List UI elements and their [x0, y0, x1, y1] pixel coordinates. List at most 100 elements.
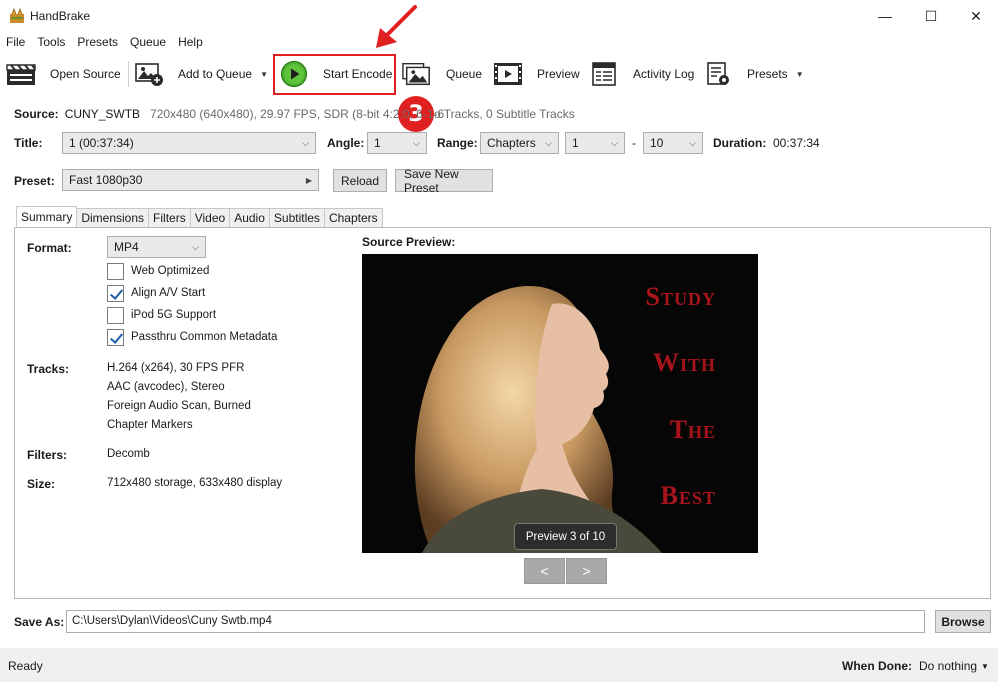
chevron-down-icon: ⌵	[689, 138, 696, 148]
size-label: Size:	[27, 477, 56, 491]
title-label: Title:	[14, 136, 43, 150]
close-button[interactable]: ✕	[953, 0, 998, 32]
chevron-down-icon: ⌵	[302, 138, 309, 148]
track-item: AAC (avcodec), Stereo	[107, 381, 225, 393]
ipod-support-label: iPod 5G Support	[131, 309, 217, 321]
open-source-button[interactable]: Open Source	[6, 55, 121, 93]
reload-button[interactable]: Reload	[333, 169, 387, 192]
format-select-value: MP4	[114, 240, 139, 254]
menu-help[interactable]: Help	[172, 33, 209, 53]
angle-select[interactable]: 1 ⌵	[367, 132, 427, 154]
menu-queue[interactable]: Queue	[124, 33, 172, 53]
browse-button[interactable]: Browse	[935, 610, 991, 633]
tab-chapters[interactable]: Chapters	[323, 208, 383, 227]
tab-bar: Summary Dimensions Filters Video Audio S…	[16, 206, 383, 227]
source-preview-label: Source Preview:	[362, 235, 456, 249]
chevron-down-icon: ⌵	[611, 138, 618, 148]
film-play-icon	[493, 61, 523, 87]
tab-subtitles[interactable]: Subtitles	[268, 208, 325, 227]
passthru-metadata-checkbox[interactable]	[107, 329, 124, 346]
menu-tools[interactable]: Tools	[31, 33, 71, 53]
next-preview-button[interactable]: >	[566, 558, 607, 584]
tracks-label: Tracks:	[27, 362, 70, 376]
menu-presets[interactable]: Presets	[71, 33, 124, 53]
tab-video[interactable]: Video	[189, 208, 231, 227]
preset-label: Preset:	[14, 174, 55, 188]
tab-summary[interactable]: Summary	[16, 206, 78, 227]
save-path-input[interactable]: C:\Users\Dylan\Videos\Cuny Swtb.mp4	[66, 610, 925, 633]
chevron-down-icon: ▼	[981, 661, 989, 671]
preset-select[interactable]: Fast 1080p30 ▶	[62, 169, 319, 191]
align-av-start-label: Align A/V Start	[131, 287, 206, 299]
clapperboard-icon	[6, 61, 36, 87]
range-end-select[interactable]: 10 ⌵	[643, 132, 703, 154]
preset-select-value: Fast 1080p30	[69, 173, 143, 187]
range-type-select[interactable]: Chapters ⌵	[480, 132, 559, 154]
passthru-metadata-label: Passthru Common Metadata	[131, 331, 278, 343]
tab-audio[interactable]: Audio	[229, 208, 270, 227]
preview-overlay-text: Best	[660, 481, 716, 510]
title-select[interactable]: 1 (00:37:34) ⌵	[62, 132, 316, 154]
range-dash: -	[632, 136, 636, 150]
save-as-label: Save As:	[14, 615, 65, 629]
format-label: Format:	[27, 241, 72, 255]
preview-label: Preview	[537, 67, 580, 81]
range-start-select[interactable]: 1 ⌵	[565, 132, 625, 154]
source-details: 720x480 (640x480), 29.97 FPS, SDR (8-bit…	[150, 107, 445, 121]
range-end-value: 10	[650, 136, 664, 150]
track-item: Foreign Audio Scan, Burned	[107, 400, 251, 412]
start-encode-highlight	[273, 54, 396, 95]
format-select[interactable]: MP4 ⌵	[107, 236, 206, 258]
activity-log-button[interactable]: Activity Log	[589, 55, 694, 93]
ipod-support-checkbox[interactable]	[107, 307, 124, 324]
open-source-label: Open Source	[50, 67, 121, 81]
source-name: CUNY_SWTB	[64, 107, 141, 121]
add-image-icon	[134, 61, 164, 87]
when-done-select[interactable]: Do nothing ▼	[919, 659, 989, 673]
presets-button[interactable]: Presets ▼	[703, 55, 804, 93]
filters-value: Decomb	[107, 448, 150, 460]
presets-label: Presets	[747, 67, 788, 81]
title-bar: HandBrake — ☐ ✕	[0, 0, 998, 32]
queue-icon	[402, 61, 432, 87]
annotation-arrow-icon	[370, 4, 420, 55]
when-done-value: Do nothing	[919, 659, 978, 673]
add-to-queue-button[interactable]: Add to Queue ▼	[134, 55, 268, 93]
preview-overlay-text: The	[669, 415, 716, 444]
duration-label: Duration:	[713, 136, 767, 150]
chevron-down-icon: ⌵	[413, 138, 420, 148]
preview-counter: Preview 3 of 10	[514, 523, 617, 550]
tab-filters[interactable]: Filters	[148, 208, 191, 227]
filters-label: Filters:	[27, 448, 68, 462]
chevron-down-icon: ⌵	[192, 242, 199, 252]
queue-button[interactable]: Queue	[402, 55, 482, 93]
web-optimized-checkbox[interactable]	[107, 263, 124, 280]
toolbar-divider	[128, 61, 129, 87]
chevron-down-icon[interactable]: ▼	[260, 70, 268, 79]
save-new-preset-button[interactable]: Save New Preset	[395, 167, 493, 195]
status-bar: Ready When Done: Do nothing ▼	[0, 648, 998, 682]
tab-dimensions[interactable]: Dimensions	[76, 208, 150, 227]
handbrake-logo-icon	[9, 7, 25, 24]
range-label: Range:	[437, 136, 478, 150]
minimize-button[interactable]: —	[862, 0, 908, 32]
maximize-button[interactable]: ☐	[908, 0, 954, 32]
preview-button[interactable]: Preview	[493, 55, 580, 93]
track-item: Chapter Markers	[107, 419, 193, 431]
chevron-down-icon[interactable]: ▼	[796, 70, 804, 79]
previous-preview-button[interactable]: <	[524, 558, 565, 584]
align-av-start-checkbox[interactable]	[107, 285, 124, 302]
preview-overlay-text: Study	[645, 282, 716, 311]
source-label: Source:	[14, 107, 59, 121]
window-title: HandBrake	[30, 9, 91, 23]
size-value: 712x480 storage, 633x480 display	[107, 477, 283, 489]
menu-file[interactable]: File	[0, 33, 31, 53]
add-to-queue-label: Add to Queue	[178, 67, 253, 81]
web-optimized-label: Web Optimized	[131, 265, 210, 277]
when-done-label: When Done:	[842, 659, 912, 673]
presets-icon	[703, 61, 733, 87]
angle-label: Angle:	[327, 136, 365, 150]
track-item: H.264 (x264), 30 FPS PFR	[107, 362, 245, 374]
source-preview-image: Study With The Best Preview 3 of 10	[362, 254, 758, 553]
duration-value: 00:37:34	[773, 136, 820, 150]
